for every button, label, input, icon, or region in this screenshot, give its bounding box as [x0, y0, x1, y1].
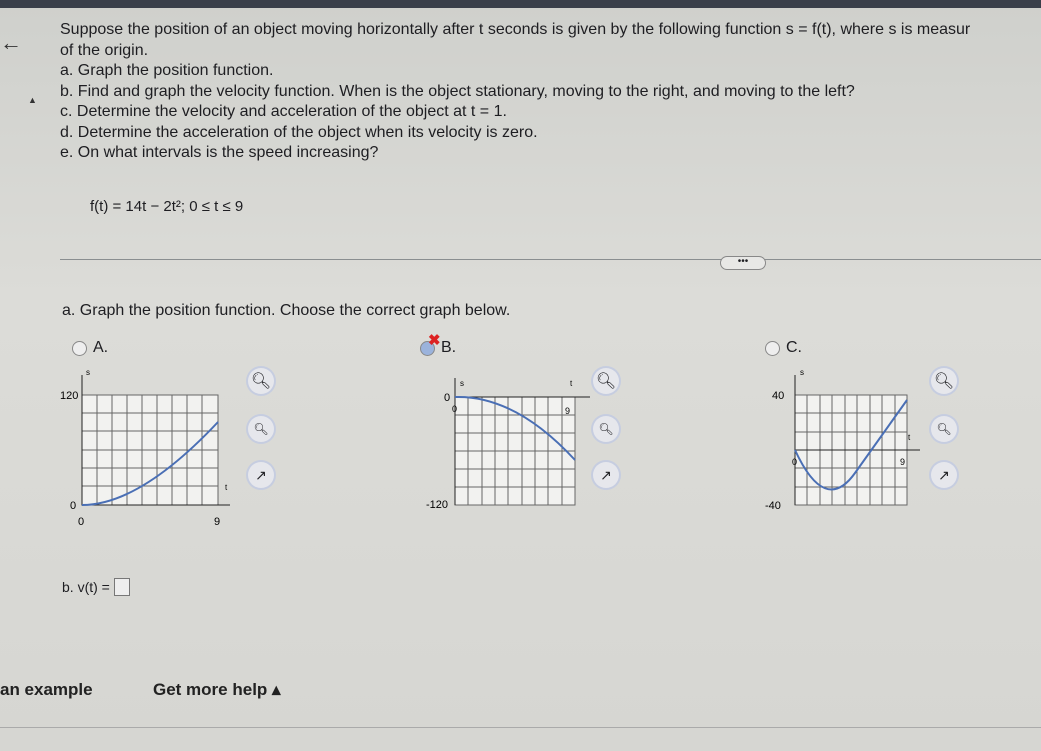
part-d-text: d. Determine the acceleration of the obj… [60, 123, 538, 141]
external-link-icon[interactable]: ↗ [931, 462, 957, 488]
option-c-label: C. [786, 339, 802, 356]
bottom-divider [0, 727, 1041, 728]
divider [60, 259, 1041, 260]
y-top-label: 40 [772, 390, 784, 402]
grid [454, 396, 576, 506]
y-bottom-label: 0 [70, 500, 76, 512]
y-axis-label: s [86, 368, 90, 377]
part-b-label: b. v(t) = [62, 579, 110, 595]
x-right-label: 9 [565, 406, 570, 416]
option-b[interactable]: ✖ B. [420, 332, 457, 357]
function-definition: f(t) = 14t − 2t²; 0 ≤ t ≤ 9 [90, 198, 244, 215]
zoom-in-icon[interactable]: 🔍︎ [248, 368, 274, 394]
x-right-label: 9 [214, 516, 220, 528]
part-a-text: a. Graph the position function. [60, 62, 274, 79]
more-button[interactable]: ••• [720, 256, 766, 270]
y-axis-label: s [460, 379, 464, 388]
option-a-tools: 🔍︎ 🔍︎ ↗ [248, 368, 274, 488]
graph-c-svg: 40 -40 0 9 s t [765, 368, 920, 512]
view-example-button[interactable]: an example [0, 680, 93, 700]
question-intro-2: of the origin. [60, 41, 149, 59]
question-intro: Suppose the position of an object moving… [60, 21, 971, 38]
y-axis-label: s [800, 368, 804, 377]
back-arrow-icon[interactable]: ← [0, 30, 22, 56]
option-a-label: A. [93, 339, 109, 356]
zoom-in-icon[interactable]: 🔍︎ [931, 368, 957, 394]
collapse-triangle-icon[interactable]: ▲ [28, 95, 37, 105]
x-left-label: 0 [78, 516, 84, 528]
graph-c: 40 -40 0 9 s t [760, 365, 930, 520]
radio-a[interactable] [72, 340, 87, 356]
part-b-row: b. v(t) = [62, 578, 130, 596]
graph-a-svg: 120 0 0 9 s t [60, 368, 230, 528]
graph-a: 120 0 0 9 s t [60, 365, 235, 530]
graph-b: 0 -120 0 9 s t [420, 370, 595, 520]
part-c-text: c. Determine the velocity and accelerati… [60, 103, 507, 120]
get-more-help-button[interactable]: Get more help ▴ [153, 680, 281, 700]
y-bottom-label: -40 [765, 500, 781, 512]
zoom-out-icon[interactable]: 🔍︎ [593, 416, 619, 442]
zoom-out-icon[interactable]: 🔍︎ [931, 416, 957, 442]
option-b-label: B. [441, 339, 457, 356]
option-b-tools: 🔍︎ 🔍︎ ↗ [593, 368, 619, 488]
zoom-out-icon[interactable]: 🔍︎ [248, 416, 274, 442]
part-b-text: b. Find and graph the velocity function.… [60, 82, 855, 100]
external-link-icon[interactable]: ↗ [248, 462, 274, 488]
grid [81, 394, 219, 506]
option-a[interactable]: A. [72, 339, 108, 357]
part-a-prompt: a. Graph the position function. Choose t… [62, 302, 511, 319]
question-text: Suppose the position of an object moving… [60, 20, 1041, 164]
option-c[interactable]: C. [765, 339, 802, 357]
incorrect-x-icon: ✖ [428, 332, 441, 349]
graph-b-svg: 0 -120 0 9 s t [426, 378, 590, 511]
x-left-label: 0 [792, 457, 797, 467]
y-top-label: 120 [60, 390, 78, 402]
radio-c[interactable] [765, 340, 780, 356]
part-e-text: e. On what intervals is the speed increa… [60, 144, 379, 161]
option-c-tools: 🔍︎ 🔍︎ ↗ [931, 368, 957, 488]
top-bar [0, 0, 1041, 8]
velocity-answer-input[interactable] [113, 578, 130, 596]
x-axis-label: t [570, 379, 573, 388]
y-top-label: 0 [444, 392, 450, 404]
y-bottom-label: -120 [426, 499, 448, 511]
external-link-icon[interactable]: ↗ [593, 462, 619, 488]
x-axis-label: t [908, 433, 911, 442]
x-left-label: 0 [452, 404, 457, 414]
x-axis-label: t [225, 483, 228, 492]
zoom-in-icon[interactable]: 🔍︎ [593, 368, 619, 394]
x-right-label: 9 [900, 457, 905, 467]
